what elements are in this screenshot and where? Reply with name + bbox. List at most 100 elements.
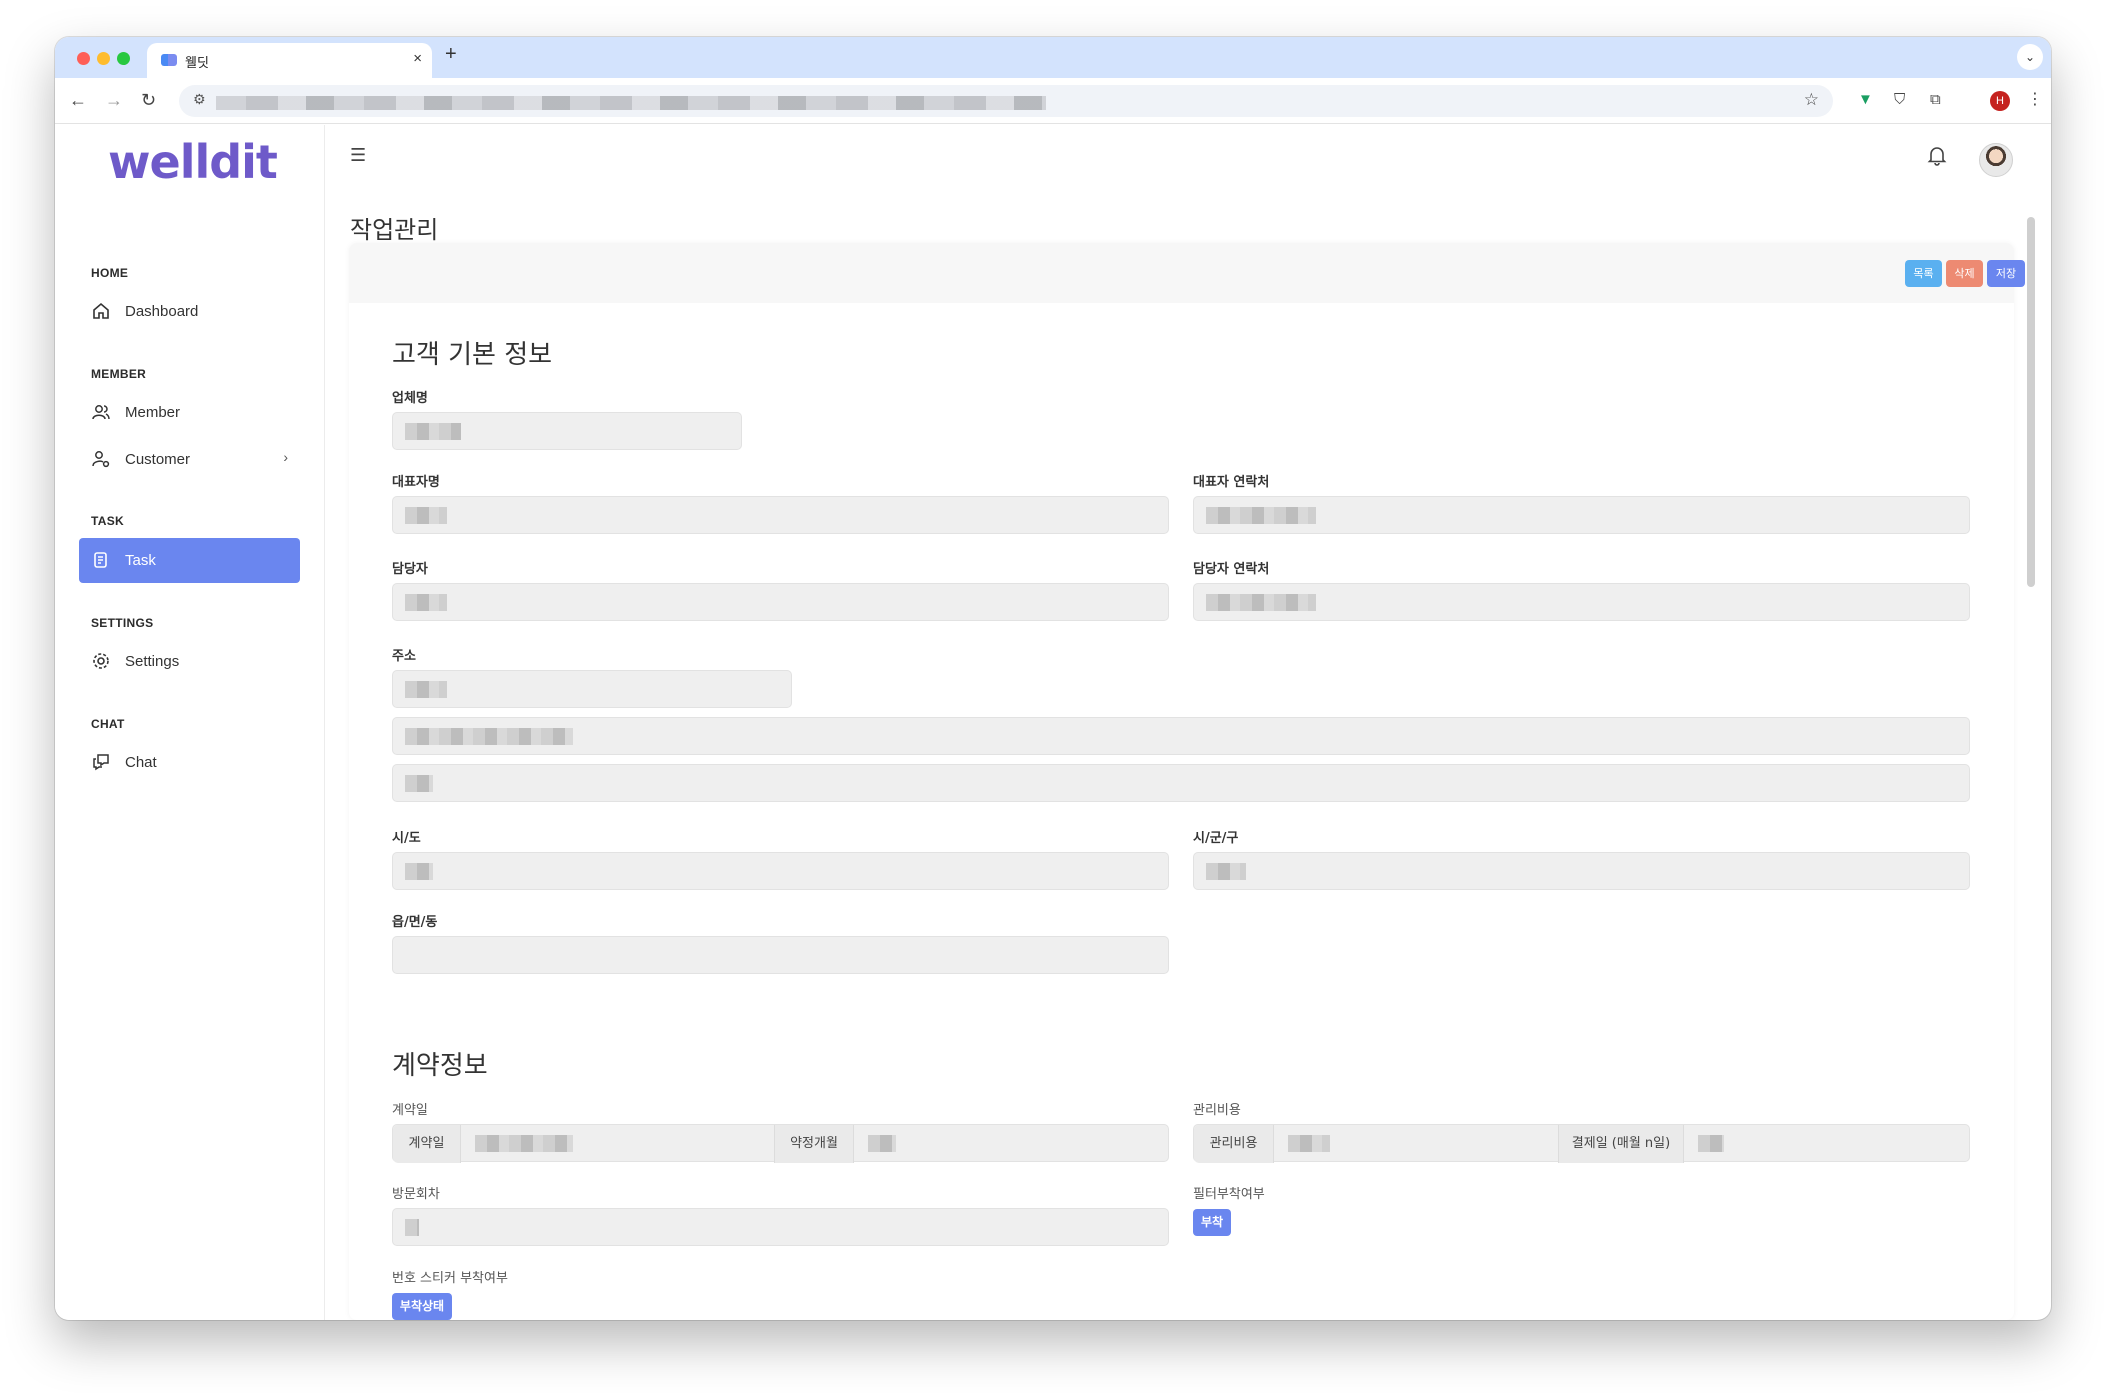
extensions-puzzle-icon[interactable]: ⧉ — [1930, 91, 1941, 108]
sidebar-item-task[interactable]: Task — [79, 538, 300, 583]
eupmyeondong-label: 읍/면/동 — [392, 915, 438, 930]
blurred-value — [405, 1219, 419, 1236]
gear-icon — [93, 653, 109, 669]
task-icon — [94, 552, 107, 568]
blurred-value — [405, 507, 447, 524]
address-label: 주소 — [392, 649, 416, 664]
ceo-contact-input[interactable] — [1193, 496, 1970, 534]
sidebar-item-chat[interactable]: Chat — [79, 740, 300, 785]
manager-contact-input[interactable] — [1193, 583, 1970, 621]
browser-menu-icon[interactable]: ⋮ — [2027, 89, 2043, 109]
sidebar-item-label: Dashboard — [125, 303, 199, 320]
user-avatar[interactable] — [1979, 143, 2013, 177]
blurred-value — [868, 1135, 896, 1152]
contract-date-prefix: 계약일 — [393, 1125, 461, 1163]
ceo-name-label: 대표자명 — [392, 475, 440, 490]
bell-icon[interactable] — [1926, 144, 1948, 166]
sigungu-input[interactable] — [1193, 852, 1970, 890]
minimize-window-button[interactable] — [97, 52, 110, 65]
filter-attached-chip[interactable]: 부착 — [1193, 1209, 1231, 1236]
sticker-attached-label: 번호 스티커 부착여부 — [392, 1271, 508, 1286]
sidebar-item-label: Settings — [125, 653, 180, 670]
chevron-right-icon: › — [283, 449, 288, 465]
tab-strip: 웰딧 × + ⌄ — [55, 37, 2051, 78]
address-bar[interactable]: ⚙ ☆ — [179, 85, 1833, 117]
contract-months-prefix: 약정개월 — [774, 1125, 854, 1163]
users-icon — [92, 405, 110, 420]
forward-icon[interactable]: → — [105, 90, 123, 111]
blurred-value — [405, 863, 433, 880]
site-info-icon[interactable]: ⚙ — [193, 91, 206, 108]
card-header: 목록 삭제 저장 — [349, 243, 2025, 303]
home-icon — [93, 302, 109, 319]
profile-avatar[interactable]: H — [1990, 91, 2010, 111]
mgmt-cost-label: 관리비용 — [1193, 1103, 1241, 1118]
sidebar-item-dashboard[interactable]: Dashboard — [79, 289, 300, 334]
task-form-card: 목록 삭제 저장 고객 기본 정보 업체명 대표자명 대표자 연락처 담당자 담… — [349, 243, 2025, 1320]
section-home: HOME — [91, 266, 129, 280]
favicon-icon — [161, 54, 177, 66]
sidebar-item-settings[interactable]: Settings — [79, 639, 300, 684]
blurred-value — [405, 423, 461, 440]
payment-day-prefix: 결제일 (매월 n일) — [1558, 1125, 1684, 1163]
welldit-logo[interactable]: welldit — [108, 135, 278, 189]
back-icon[interactable]: ← — [69, 90, 87, 111]
visit-count-label: 방문회차 — [392, 1187, 440, 1202]
blurred-value — [1206, 507, 1316, 524]
browser-toolbar: ← → ↻ ⚙ ☆ ▼ ⛉ ⧉ H ⋮ — [55, 78, 2051, 124]
ceo-name-input[interactable] — [392, 496, 1169, 534]
sidebar-item-label: Chat — [125, 754, 157, 771]
sticker-attached-chip[interactable]: 부착상태 — [392, 1293, 452, 1320]
contract-section-title: 계약정보 — [392, 1051, 488, 1081]
address-line1-input[interactable] — [392, 717, 1970, 755]
list-button[interactable]: 목록 — [1905, 260, 1942, 287]
section-task: TASK — [91, 514, 124, 528]
bookmark-star-icon[interactable]: ☆ — [1804, 90, 1819, 110]
filter-attached-label: 필터부착여부 — [1193, 1187, 1265, 1202]
sidebar-item-label: Task — [125, 552, 156, 569]
zipcode-input[interactable] — [392, 670, 792, 708]
section-member: MEMBER — [91, 367, 147, 381]
mgmt-cost-group: 관리비용 결제일 (매월 n일) — [1193, 1124, 1970, 1163]
menu-toggle-icon[interactable]: ☰ — [350, 145, 366, 166]
sidebar-item-label: Customer — [125, 451, 191, 468]
delete-button[interactable]: 삭제 — [1946, 260, 1983, 287]
maximize-window-button[interactable] — [117, 52, 130, 65]
blurred-value — [1206, 594, 1316, 611]
url-text-blurred — [216, 96, 1046, 110]
address-line2-input[interactable] — [392, 764, 1970, 802]
shield-extension-icon[interactable]: ⛉ — [1894, 91, 1905, 108]
sidebar-item-label: Member — [125, 404, 181, 421]
new-tab-button[interactable]: + — [445, 43, 457, 66]
section-settings: SETTINGS — [91, 616, 154, 630]
customer-section-title: 고객 기본 정보 — [392, 340, 553, 370]
sidebar-item-member[interactable]: Member — [79, 390, 300, 435]
manager-input[interactable] — [392, 583, 1169, 621]
sido-label: 시/도 — [392, 831, 421, 846]
main-content: ☰ 작업관리 목록 삭제 저장 고객 기본 정보 업체명 대표자명 대표자 연락… — [326, 125, 2037, 1320]
company-name-label: 업체명 — [392, 391, 428, 406]
blurred-value — [1698, 1135, 1724, 1152]
tab-close-icon[interactable]: × — [413, 50, 422, 67]
contract-date-group: 계약일 약정개월 — [392, 1124, 1169, 1163]
ceo-contact-label: 대표자 연락처 — [1193, 475, 1270, 490]
sido-input[interactable] — [392, 852, 1169, 890]
browser-tab[interactable]: 웰딧 × — [147, 43, 432, 78]
section-chat: CHAT — [91, 717, 125, 731]
visit-count-input[interactable] — [392, 1208, 1169, 1246]
save-button[interactable]: 저장 — [1987, 260, 2025, 287]
tab-search-button[interactable]: ⌄ — [2017, 44, 2043, 70]
tab-title: 웰딧 — [185, 56, 209, 71]
eupmyeondong-input[interactable] — [392, 936, 1169, 974]
sidebar-item-customer[interactable]: Customer › — [79, 437, 300, 482]
company-name-input[interactable] — [392, 412, 742, 450]
blurred-value — [405, 728, 573, 745]
browser-window: 웰딧 × + ⌄ ← → ↻ ⚙ ☆ ▼ ⛉ ⧉ H ⋮ welldit HOM… — [55, 37, 2051, 1320]
vue-devtools-icon[interactable]: ▼ — [1858, 91, 1873, 108]
blurred-value — [405, 594, 447, 611]
close-window-button[interactable] — [77, 52, 90, 65]
vertical-scrollbar[interactable] — [2027, 217, 2035, 587]
sidebar: welldit HOME Dashboard MEMBER Member Cus… — [55, 125, 325, 1320]
reload-icon[interactable]: ↻ — [141, 90, 156, 111]
blurred-value — [405, 681, 447, 698]
